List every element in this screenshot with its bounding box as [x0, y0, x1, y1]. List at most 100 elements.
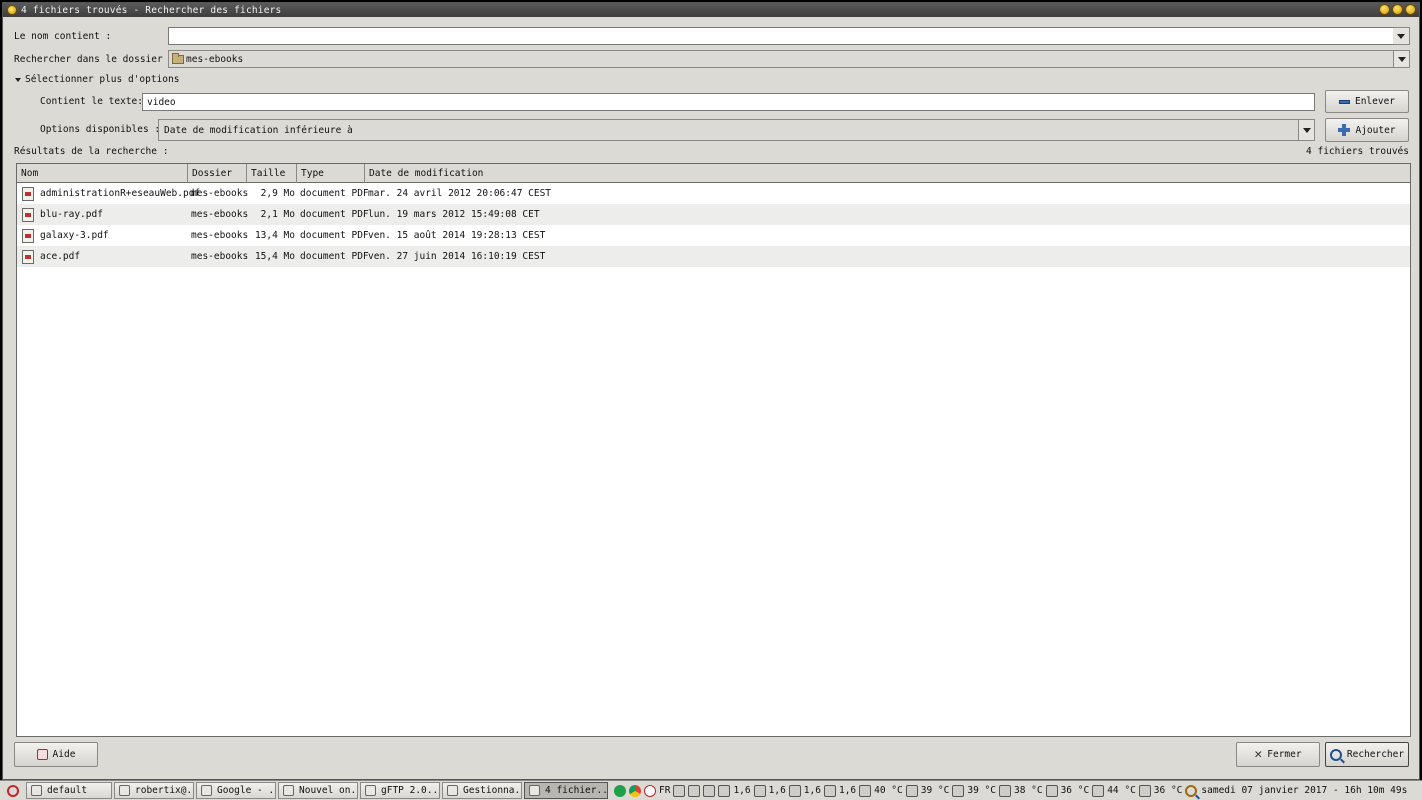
file-name-cell: administrationR+eseauWeb.pdf: [22, 183, 200, 204]
add-button-label: Ajouter: [1355, 124, 1396, 136]
search-folder-select[interactable]: mes-ebooks: [168, 50, 1410, 68]
start-menu-button[interactable]: [0, 784, 26, 797]
keyboard-layout[interactable]: FR: [659, 785, 670, 796]
cpu-monitor-icon: [823, 784, 836, 797]
temperature: 39 °C: [920, 785, 950, 796]
temperature-icon: [1045, 784, 1058, 797]
close-button[interactable]: ✕ Fermer: [1236, 742, 1320, 767]
task-terminal[interactable]: robertix@...: [114, 782, 194, 799]
task-search-files[interactable]: 4 fichier...: [524, 782, 608, 799]
search-button[interactable]: Rechercher: [1325, 742, 1409, 767]
gftp-icon: [365, 785, 376, 796]
chevron-down-icon: [1397, 56, 1406, 62]
help-button[interactable]: Aide: [14, 742, 98, 767]
search-button-label: Rechercher: [1346, 749, 1405, 760]
more-options-expander[interactable]: Sélectionner plus d'options: [15, 74, 179, 85]
file-date: ven. 27 juin 2014 16:10:19 CEST: [368, 251, 546, 262]
file-name: administrationR+eseauWeb.pdf: [40, 188, 201, 199]
minimize-button[interactable]: [1379, 4, 1390, 15]
chrome-icon: [283, 785, 294, 796]
file-folder: mes-ebooks: [191, 188, 249, 199]
add-button[interactable]: Ajouter: [1325, 118, 1409, 142]
task-gftp[interactable]: gFTP 2.0...: [360, 782, 440, 799]
alarm-clock-icon[interactable]: [644, 784, 656, 797]
contains-text-input[interactable]: video: [142, 93, 1315, 111]
task-firefox[interactable]: Google - ...: [196, 782, 276, 799]
column-header-name[interactable]: Nom: [17, 164, 188, 183]
search-icon: [1329, 748, 1342, 761]
file-size: 13,4 Mo: [254, 230, 295, 241]
cpu-freq: 1,6: [838, 785, 857, 796]
temperature: 44 °C: [1107, 785, 1136, 796]
file-name-cell: ace.pdf: [22, 246, 80, 267]
search-folder-value: mes-ebooks: [186, 53, 244, 65]
table-row[interactable]: administrationR+eseauWeb.pdf mes-ebooks …: [17, 183, 1410, 204]
file-name: galaxy-3.pdf: [40, 230, 109, 241]
close-button-label: Fermer: [1267, 749, 1302, 760]
table-row[interactable]: ace.pdf mes-ebooks 15,4 Mo document PDF …: [17, 246, 1410, 267]
cpu-monitor-icon: [718, 784, 731, 797]
table-row[interactable]: blu-ray.pdf mes-ebooks 2,1 Mo document P…: [17, 204, 1410, 225]
column-header-date[interactable]: Date de modification: [365, 164, 1410, 183]
title-bar[interactable]: 4 fichiers trouvés - Rechercher des fich…: [3, 3, 1419, 17]
available-options-select[interactable]: Date de modification inférieure à: [158, 119, 1315, 141]
name-contains-input[interactable]: [168, 27, 1394, 45]
printer-icon[interactable]: [703, 784, 716, 797]
file-folder: mes-ebooks: [191, 251, 249, 262]
add-icon: [1338, 124, 1351, 136]
column-header-folder[interactable]: Dossier: [188, 164, 247, 183]
chevron-down-icon: [1397, 33, 1405, 39]
temperature: 39 °C: [967, 785, 996, 796]
search-tray-icon[interactable]: [688, 784, 701, 797]
table-row[interactable]: galaxy-3.pdf mes-ebooks 13,4 Mo document…: [17, 225, 1410, 246]
close-window-button[interactable]: [1405, 4, 1416, 15]
file-manager-icon: [447, 785, 458, 796]
chevron-down-icon: [1302, 127, 1311, 133]
search-tray-icon[interactable]: [1185, 784, 1198, 797]
search-folder-label: Rechercher dans le dossier :: [14, 54, 175, 65]
volume-icon[interactable]: [673, 784, 686, 797]
temperature: 40 °C: [874, 785, 903, 796]
temperature-icon: [1138, 784, 1151, 797]
column-header-type[interactable]: Type: [297, 164, 365, 183]
cpu-freq: 1,6: [733, 785, 751, 796]
cpu-monitor-icon: [788, 784, 801, 797]
column-header-size[interactable]: Taille: [247, 164, 297, 183]
results-table: Nom Dossier Taille Type Date de modifica…: [16, 163, 1411, 737]
task-label: default: [47, 785, 88, 796]
file-name-cell: blu-ray.pdf: [22, 204, 103, 225]
task-file-manager[interactable]: Gestionna...: [442, 782, 522, 799]
help-icon: [36, 749, 48, 760]
search-app-icon: [7, 5, 17, 15]
task-label: Nouvel on...: [299, 785, 357, 796]
chrome-tray-icon[interactable]: [629, 784, 641, 797]
file-name: ace.pdf: [40, 251, 81, 262]
file-type: document PDF: [300, 251, 369, 262]
file-folder: mes-ebooks: [191, 230, 249, 241]
task-label: 4 fichier...: [545, 785, 608, 796]
task-label: gFTP 2.0...: [381, 785, 440, 796]
contains-text-label: Contient le texte:: [40, 96, 143, 107]
file-size: 15,4 Mo: [254, 251, 295, 262]
task-default[interactable]: default: [26, 782, 112, 799]
network-status-icon[interactable]: [614, 784, 626, 797]
remove-button-label: Enlever: [1354, 96, 1396, 107]
task-label: robertix@...: [135, 785, 193, 796]
temperature: 38 °C: [1013, 785, 1043, 796]
name-history-dropdown[interactable]: [1393, 27, 1410, 45]
file-date: mar. 24 avril 2012 20:06:47 CEST: [368, 188, 552, 199]
temperature: 36 °C: [1060, 785, 1090, 796]
temperature-icon: [1092, 784, 1105, 797]
cpu-freq: 1,6: [768, 785, 786, 796]
task-chrome[interactable]: Nouvel on...: [278, 782, 358, 799]
window-title: 4 fichiers trouvés - Rechercher des fich…: [21, 4, 282, 16]
remove-icon: [1338, 99, 1350, 104]
folder-icon: [172, 52, 184, 64]
folder-icon: [31, 785, 42, 796]
clock[interactable]: samedi 07 janvier 2017 - 16h 10m 49s: [1201, 785, 1407, 796]
results-count: 4 fichiers trouvés: [1306, 146, 1409, 157]
pdf-file-icon: [22, 228, 34, 243]
taskbar: default robertix@... Google - ... Nouvel…: [0, 780, 1422, 800]
maximize-button[interactable]: [1392, 4, 1403, 15]
remove-button[interactable]: Enlever: [1325, 90, 1409, 113]
